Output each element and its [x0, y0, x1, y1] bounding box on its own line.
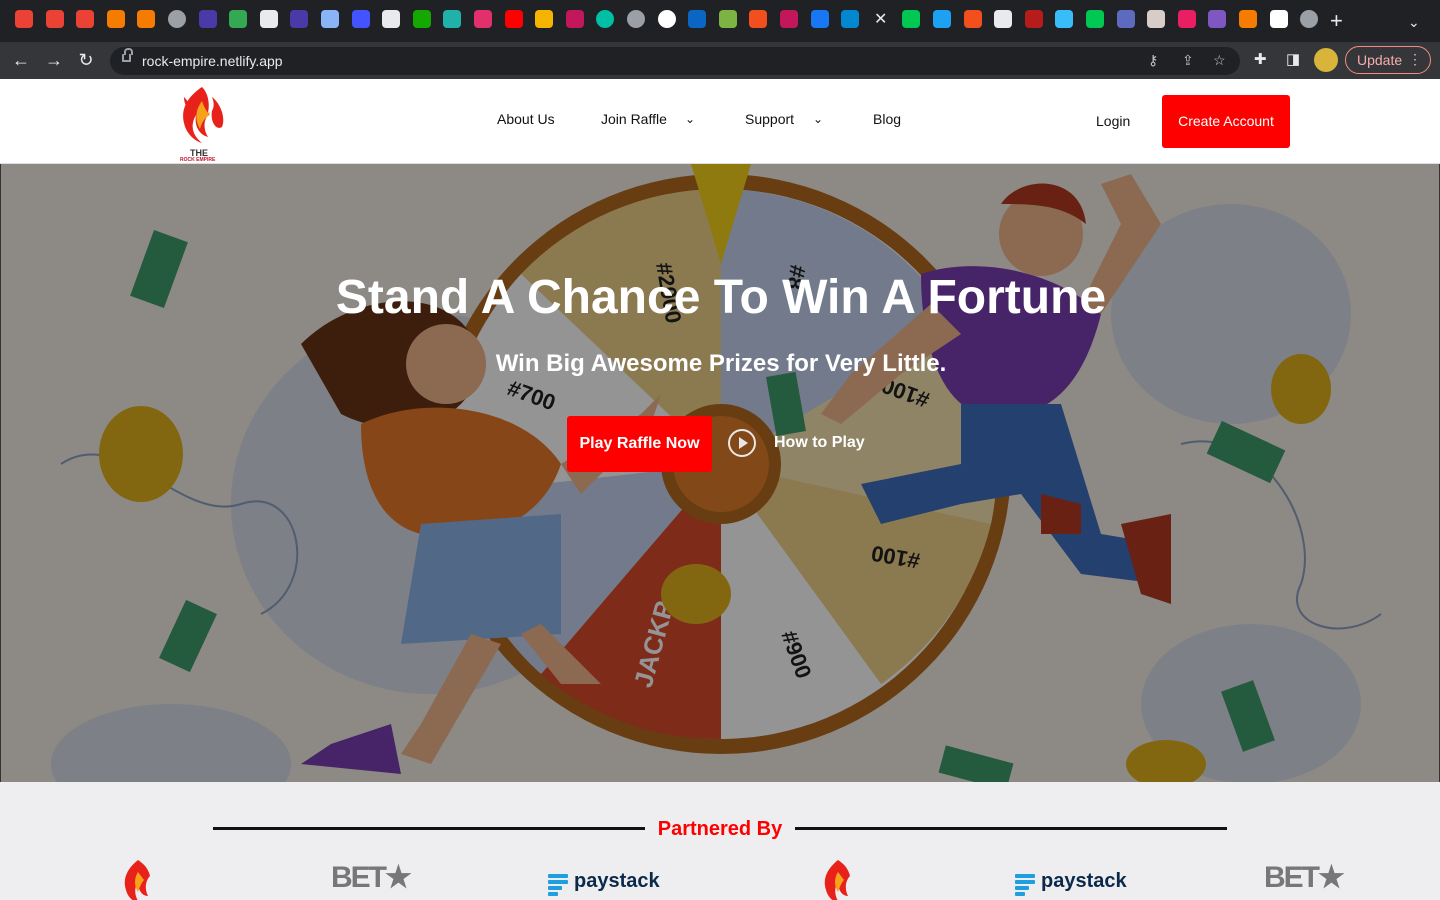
- circle-favicon-icon[interactable]: [596, 10, 614, 28]
- bookmark-star-icon[interactable]: ☆: [1213, 52, 1226, 69]
- purple-favicon-icon[interactable]: [1208, 10, 1226, 28]
- menu-dots-icon: ⋮: [1408, 51, 1422, 67]
- globe-favicon-icon[interactable]: [1300, 10, 1318, 28]
- play-circle-icon[interactable]: [728, 429, 756, 457]
- partner-logo-paystack: paystack: [548, 860, 668, 900]
- webflow-favicon-icon[interactable]: [352, 10, 370, 28]
- profile-avatar[interactable]: [1314, 48, 1338, 72]
- logo-line2: ROCK EMPIRE: [180, 157, 216, 163]
- side-panel-icon[interactable]: ◨: [1286, 50, 1300, 68]
- update-button[interactable]: Update ⋮: [1345, 46, 1431, 74]
- forward-icon[interactable]: →: [43, 50, 65, 70]
- partner-logo-bet: BET★: [1264, 861, 1344, 894]
- nav-support[interactable]: Support: [745, 111, 794, 127]
- close-tab-icon[interactable]: ✕: [874, 12, 887, 28]
- instagram-favicon-icon[interactable]: [474, 10, 492, 28]
- globe-favicon-icon[interactable]: [168, 10, 186, 28]
- tab-search-icon[interactable]: ⌄: [1408, 14, 1420, 31]
- new-tab-button[interactable]: +: [1330, 10, 1343, 32]
- spark-favicon-icon[interactable]: [199, 10, 217, 28]
- link-favicon-icon[interactable]: [137, 10, 155, 28]
- rock-empire-logo[interactable]: THE ROCK EMPIRE: [172, 83, 230, 163]
- divider: [795, 827, 1227, 830]
- x-box-favicon-icon[interactable]: [260, 10, 278, 28]
- site-header: THE ROCK EMPIRE About Us Join Raffle ⌄ S…: [0, 79, 1440, 164]
- seven-favicon-icon[interactable]: [382, 10, 400, 28]
- hero-section: #2000 #8 #700 #1000 #5000 #100 JACKP #90…: [0, 164, 1440, 782]
- gmail-favicon-icon[interactable]: [15, 10, 33, 28]
- reload-icon[interactable]: ↻: [75, 50, 97, 70]
- m-logo-favicon-icon[interactable]: [566, 10, 584, 28]
- drive-favicon-icon[interactable]: [229, 10, 247, 28]
- back-icon[interactable]: ←: [10, 50, 32, 70]
- stars-favicon-icon[interactable]: [1178, 10, 1196, 28]
- white-favicon-icon[interactable]: [1270, 10, 1288, 28]
- nav-about-us[interactable]: About Us: [497, 111, 555, 127]
- browser-toolbar: ← → ↻ rock-empire.netlify.app ⚷ ⇪ ☆ ✚ ◨ …: [0, 42, 1440, 79]
- nav-blog[interactable]: Blog: [873, 111, 901, 127]
- figma-favicon-icon[interactable]: [749, 10, 767, 28]
- twitter-favicon-icon[interactable]: [933, 10, 951, 28]
- lock-icon: [122, 48, 133, 62]
- browser-tab-strip: ✕ + ⌄: [0, 0, 1440, 42]
- photo-favicon-icon[interactable]: [1147, 10, 1165, 28]
- nav-join-raffle[interactable]: Join Raffle: [601, 111, 667, 127]
- green-favicon-icon[interactable]: [719, 10, 737, 28]
- hero-title: Stand A Chance To Win A Fortune: [335, 271, 1107, 324]
- login-link[interactable]: Login: [1096, 113, 1130, 129]
- upwork-favicon-icon[interactable]: [413, 10, 431, 28]
- info-favicon-icon[interactable]: [658, 10, 676, 28]
- play-raffle-button[interactable]: Play Raffle Now: [567, 416, 712, 472]
- youtube-favicon-icon[interactable]: [505, 10, 523, 28]
- gmail-favicon-icon[interactable]: [76, 10, 94, 28]
- chevron-down-icon[interactable]: ⌄: [685, 112, 695, 126]
- red-favicon-icon[interactable]: [1025, 10, 1043, 28]
- mountain-favicon-icon[interactable]: [535, 10, 553, 28]
- key-icon[interactable]: ⚷: [1148, 52, 1158, 69]
- box-favicon-icon[interactable]: [107, 10, 125, 28]
- arch-favicon-icon[interactable]: [1117, 10, 1135, 28]
- box-favicon-icon[interactable]: [1239, 10, 1257, 28]
- facebook-favicon-icon[interactable]: [811, 10, 829, 28]
- share-icon[interactable]: ⇪: [1182, 52, 1194, 69]
- partner-logo-bet: BET★: [331, 861, 411, 894]
- linkedin-favicon-icon[interactable]: [688, 10, 706, 28]
- figma-favicon-icon[interactable]: [964, 10, 982, 28]
- w-favicon-icon[interactable]: [902, 10, 920, 28]
- address-bar[interactable]: rock-empire.netlify.app ⚷ ⇪ ☆: [110, 47, 1240, 75]
- partner-logo-paystack: paystack: [1015, 860, 1135, 900]
- url-text[interactable]: rock-empire.netlify.app: [142, 53, 283, 69]
- chevron-down-icon[interactable]: ⌄: [813, 112, 823, 126]
- w-favicon-icon[interactable]: [1086, 10, 1104, 28]
- partners-section: Partnered By BET★ paystack paystack BET★: [0, 782, 1440, 900]
- partner-logo-rock-empire: [818, 860, 858, 900]
- tailwind-favicon-icon[interactable]: [1055, 10, 1073, 28]
- github-favicon-icon[interactable]: [994, 10, 1012, 28]
- m-logo-favicon-icon[interactable]: [780, 10, 798, 28]
- shield-favicon-icon[interactable]: [321, 10, 339, 28]
- globe-favicon-icon[interactable]: [627, 10, 645, 28]
- create-account-button[interactable]: Create Account: [1162, 95, 1290, 148]
- extensions-icon[interactable]: ✚: [1254, 50, 1267, 68]
- hero-overlay: [1, 164, 1439, 782]
- update-label: Update: [1357, 52, 1403, 68]
- hero-subtitle: Win Big Awesome Prizes for Very Little.: [495, 350, 947, 377]
- how-to-play-link[interactable]: How to Play: [774, 434, 865, 452]
- diamond-favicon-icon[interactable]: [443, 10, 461, 28]
- spark-favicon-icon[interactable]: [290, 10, 308, 28]
- gmail-favicon-icon[interactable]: [46, 10, 64, 28]
- partner-logo-rock-empire: [118, 860, 158, 900]
- video-favicon-icon[interactable]: [841, 10, 859, 28]
